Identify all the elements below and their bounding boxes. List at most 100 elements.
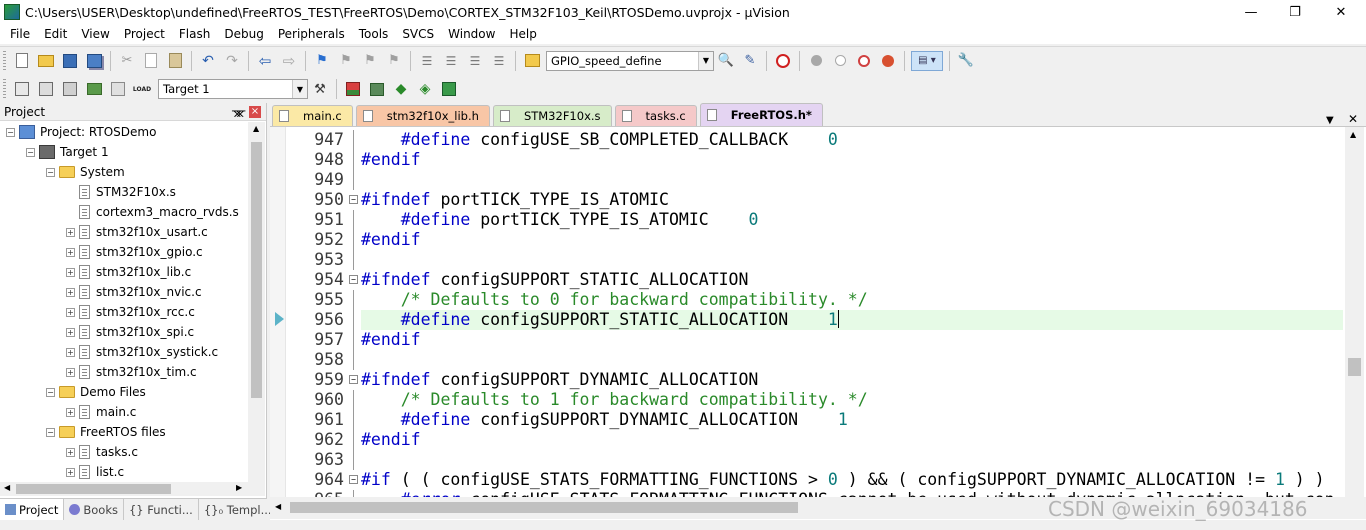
menu-peripherals[interactable]: Peripherals: [271, 27, 352, 41]
maximize-button[interactable]: ❐: [1272, 0, 1318, 24]
scroll-up-icon[interactable]: ▲: [1350, 130, 1356, 139]
unindent-icon[interactable]: ☰: [441, 51, 461, 71]
close-tab-icon[interactable]: ✕: [1348, 112, 1358, 126]
menu-file[interactable]: File: [3, 27, 37, 41]
code-line[interactable]: 947 #define configUSE_SB_COMPLETED_CALLB…: [270, 130, 1343, 150]
target-options-icon[interactable]: ⚒: [310, 79, 330, 99]
code-line[interactable]: 948 #endif: [270, 150, 1343, 170]
disable-breakpoints-icon[interactable]: [854, 51, 874, 71]
tree-toggle-icon[interactable]: +: [66, 287, 75, 297]
tree-toggle-icon[interactable]: +: [66, 467, 75, 477]
menu-flash[interactable]: Flash: [172, 27, 217, 41]
build-icon[interactable]: [36, 79, 56, 99]
tree-toggle-icon[interactable]: +: [66, 307, 75, 317]
tree-toggle-icon[interactable]: +: [66, 247, 75, 257]
bookmark-next-icon[interactable]: ⚑: [360, 51, 380, 71]
scroll-up-icon[interactable]: ▲: [253, 124, 259, 133]
project-horizontal-scrollbar[interactable]: ◀ ▶: [0, 482, 265, 496]
close-button[interactable]: ✕: [1318, 0, 1364, 24]
code-line[interactable]: 962 #endif: [270, 430, 1343, 450]
tree-item-file[interactable]: + stm32f10x_tim.c: [66, 362, 197, 382]
tree-toggle-icon[interactable]: −: [46, 167, 55, 177]
code-line[interactable]: 951 #define portTICK_TYPE_IS_ATOMIC 0: [270, 210, 1343, 230]
menu-help[interactable]: Help: [502, 27, 543, 41]
chevron-down-icon[interactable]: ▼: [292, 80, 307, 98]
enable-breakpoint-icon[interactable]: [830, 51, 850, 71]
panel-close-icon[interactable]: ×: [249, 106, 261, 118]
tree-item-file[interactable]: + tasks.c: [66, 442, 138, 462]
batch-build-icon[interactable]: [84, 79, 104, 99]
tree-toggle-icon[interactable]: +: [66, 327, 75, 337]
tree-toggle-icon[interactable]: −: [46, 387, 55, 397]
tree-toggle-icon[interactable]: +: [66, 227, 75, 237]
pack-installer-icon[interactable]: ◈: [415, 79, 435, 99]
code-line[interactable]: 956 #define configSUPPORT_STATIC_ALLOCAT…: [270, 310, 1343, 330]
tree-item-folder[interactable]: − System: [46, 162, 125, 182]
save-icon[interactable]: [60, 51, 80, 71]
navigate-forward-icon[interactable]: ⇨: [279, 51, 299, 71]
rebuild-icon[interactable]: [60, 79, 80, 99]
bookmark-prev-icon[interactable]: ⚑: [336, 51, 356, 71]
tab-books[interactable]: Books: [64, 499, 124, 520]
fold-toggle-icon[interactable]: −: [349, 195, 358, 204]
menu-tools[interactable]: Tools: [352, 27, 396, 41]
minimize-button[interactable]: —: [1228, 0, 1274, 24]
tree-toggle-icon[interactable]: +: [66, 347, 75, 357]
indent-icon[interactable]: ☰: [417, 51, 437, 71]
open-file-icon[interactable]: [36, 51, 56, 71]
scroll-left-icon[interactable]: ◀: [275, 502, 281, 511]
fold-toggle-icon[interactable]: −: [349, 475, 358, 484]
menu-edit[interactable]: Edit: [37, 27, 74, 41]
undo-icon[interactable]: ↶: [198, 51, 218, 71]
tree-item-folder[interactable]: − Demo Files: [46, 382, 146, 402]
tree-item-file[interactable]: + stm32f10x_usart.c: [66, 222, 208, 242]
toolbar-grip[interactable]: [3, 50, 6, 71]
tree-item-target[interactable]: − Target 1: [26, 142, 109, 162]
tree-item-file[interactable]: cortexm3_macro_rvds.s: [66, 202, 239, 222]
file-tab[interactable]: FreeRTOS.h*: [699, 103, 823, 126]
menu-window[interactable]: Window: [441, 27, 502, 41]
tree-toggle-icon[interactable]: +: [66, 367, 75, 377]
bookmark-toggle-icon[interactable]: ⚑: [312, 51, 332, 71]
scroll-left-icon[interactable]: ◀: [4, 483, 10, 492]
incremental-find-icon[interactable]: ✎: [740, 51, 760, 71]
copy-icon[interactable]: [141, 51, 161, 71]
code-line[interactable]: 953: [270, 250, 1343, 270]
insert-breakpoint-icon[interactable]: [806, 51, 826, 71]
file-tab[interactable]: STM32F10x.s: [492, 105, 612, 126]
target-combo[interactable]: Target 1 ▼: [158, 79, 308, 99]
fold-toggle-icon[interactable]: −: [349, 275, 358, 284]
bookmark-clear-icon[interactable]: ⚑: [384, 51, 404, 71]
pin-icon[interactable]: ᚘ: [232, 104, 245, 117]
save-all-icon[interactable]: [84, 51, 104, 71]
project-vertical-scrollbar[interactable]: ▲: [248, 122, 265, 482]
toolbar-grip[interactable]: [3, 79, 6, 99]
code-line[interactable]: 957 #endif: [270, 330, 1343, 350]
comment-icon[interactable]: ☰: [465, 51, 485, 71]
code-line[interactable]: 955 /* Defaults to 0 for backward compat…: [270, 290, 1343, 310]
new-file-icon[interactable]: [12, 51, 32, 71]
code-line[interactable]: 963: [270, 450, 1343, 470]
file-tab[interactable]: main.c: [272, 105, 353, 126]
scroll-thumb[interactable]: [251, 142, 262, 398]
file-tab[interactable]: tasks.c: [614, 105, 697, 126]
uncomment-icon[interactable]: ☰: [489, 51, 509, 71]
menu-project[interactable]: Project: [117, 27, 172, 41]
code-line[interactable]: 961 #define configSUPPORT_DYNAMIC_ALLOCA…: [270, 410, 1343, 430]
menu-svcs[interactable]: SVCS: [395, 27, 441, 41]
scroll-right-icon[interactable]: ▶: [236, 483, 242, 492]
kill-breakpoints-icon[interactable]: [878, 51, 898, 71]
tree-toggle-icon[interactable]: +: [66, 267, 75, 277]
cpu-component-icon[interactable]: [439, 79, 459, 99]
editor-vertical-scrollbar[interactable]: ▲: [1345, 127, 1364, 497]
code-line[interactable]: 949: [270, 170, 1343, 190]
debug-session-icon[interactable]: [773, 51, 793, 71]
translate-icon[interactable]: [12, 79, 32, 99]
manage-rte-icon[interactable]: ◆: [391, 79, 411, 99]
chevron-down-icon[interactable]: ▼: [698, 51, 713, 70]
tree-item-file[interactable]: + stm32f10x_gpio.c: [66, 242, 203, 262]
stop-build-icon[interactable]: [108, 79, 128, 99]
navigate-back-icon[interactable]: ⇦: [255, 51, 275, 71]
tree-item-file[interactable]: + main.c: [66, 402, 136, 422]
code-line[interactable]: 959− #ifndef configSUPPORT_DYNAMIC_ALLOCA…: [270, 370, 1343, 390]
